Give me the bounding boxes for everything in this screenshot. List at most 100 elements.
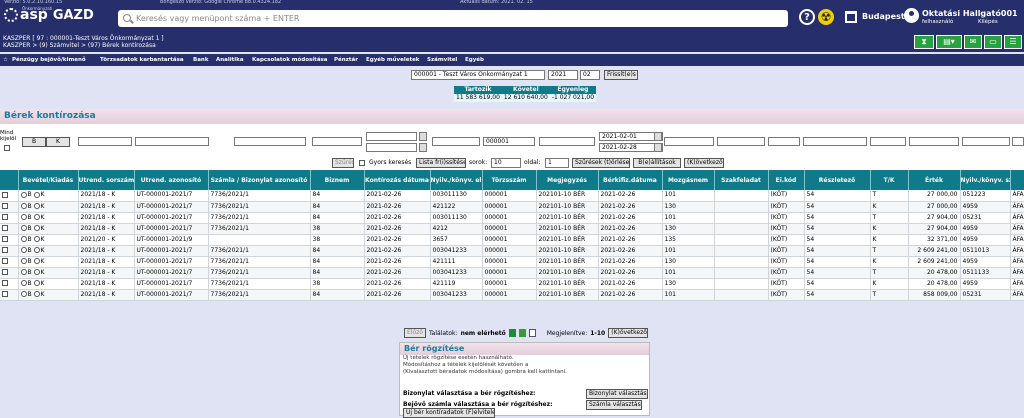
menu-item-egyeb[interactable]: Egyéb [465, 54, 484, 66]
filter-azonosito[interactable] [135, 137, 209, 146]
row-select-cell[interactable] [0, 201, 19, 213]
radio-b[interactable] [20, 203, 27, 209]
radio-b[interactable] [20, 214, 27, 220]
refresh-list-button[interactable]: Lista fr(i)ssítése [416, 158, 466, 168]
quick-search-checkbox[interactable] [359, 160, 365, 166]
row-bk-radios[interactable]: B K [18, 201, 79, 213]
radio-k[interactable] [33, 191, 40, 198]
filter-afa[interactable] [1012, 137, 1024, 146]
column-header[interactable]: Részletező [804, 170, 871, 190]
filter-nyilv-szamla[interactable] [962, 137, 1010, 146]
next-button-top[interactable]: (K)övetkező [684, 158, 724, 168]
breadcrumb-line2[interactable]: KASZPER > (9) Számvitel > (97) Bérek kon… [3, 42, 1024, 49]
column-header[interactable]: Ei.kód [768, 170, 805, 190]
table-row[interactable]: B K 2021/18 - K UT-000001-2021/7 7736/2021/… [0, 267, 1024, 279]
settings-button[interactable]: B(e)állítások [633, 158, 681, 168]
building-icon[interactable] [845, 11, 857, 23]
filter-szamla[interactable] [234, 137, 306, 146]
filter-reszletezo[interactable] [803, 137, 867, 146]
radio-b[interactable] [20, 291, 27, 297]
filter-tk[interactable] [870, 137, 906, 146]
radio-k[interactable] [33, 280, 40, 286]
radio-k[interactable] [33, 203, 40, 209]
row-checkbox[interactable] [2, 203, 8, 209]
radio-k[interactable] [33, 247, 40, 253]
document-icon[interactable]: ▭ [984, 35, 1002, 49]
row-select-cell[interactable] [0, 234, 19, 246]
mail-icon[interactable]: ✉ [964, 35, 982, 49]
filter-torzsszam[interactable]: 000001 [483, 137, 535, 146]
radio-b[interactable] [20, 225, 27, 231]
row-select-cell[interactable] [0, 267, 19, 279]
calendar-icon[interactable] [654, 143, 662, 152]
menu-item-penztar[interactable]: Pénztár [334, 54, 358, 66]
year-select[interactable]: 2021 [548, 70, 578, 80]
row-select-cell[interactable] [0, 278, 19, 290]
column-header[interactable]: Utrend. azonosító [134, 170, 209, 190]
radio-b[interactable] [20, 236, 27, 242]
clear-filters-button[interactable]: Szűrések (t)örlése [572, 158, 630, 168]
column-header[interactable]: Nyilv./könyv. ellenszámla [430, 170, 483, 190]
user-name[interactable]: Oktatási Hallgató001 [922, 9, 1018, 18]
row-checkbox[interactable] [2, 191, 8, 198]
org-select[interactable]: 000001 - Teszt Város Önkormányzat 1 [411, 70, 545, 80]
row-select-cell[interactable] [0, 245, 19, 257]
column-header[interactable]: Kontírozás dátuma [364, 170, 431, 190]
radio-k[interactable] [33, 214, 40, 220]
radio-b[interactable] [20, 258, 27, 264]
row-checkbox[interactable] [2, 258, 8, 264]
menu-item-penzugy[interactable]: Pénzügy bejövő/kimenő [12, 54, 86, 66]
menu-item-egyeb-muveletek[interactable]: Egyéb műveletek [366, 54, 419, 66]
month-select[interactable]: 02 [580, 70, 600, 80]
column-header[interactable]: Szakfeladat [714, 170, 769, 190]
table-row[interactable]: B K 2021/18 - K UT-000001-2021/7 7736/2021/… [0, 278, 1024, 290]
column-header[interactable]: Biznem [310, 170, 365, 190]
calendar-icon[interactable] [419, 143, 427, 152]
table-row[interactable]: B K 2021/18 - K UT-000001-2021/7 7736/2021/… [0, 190, 1024, 202]
row-bk-radios[interactable]: B K [18, 190, 79, 202]
filter-megjegyzes[interactable] [539, 137, 595, 146]
radio-k[interactable] [33, 225, 40, 231]
csv-export-icon[interactable] [518, 329, 526, 337]
filter-button[interactable]: Szűrés [332, 158, 354, 168]
column-header[interactable]: Törzsszám [482, 170, 537, 190]
radio-k[interactable] [33, 269, 40, 275]
column-header[interactable]: Bevétel/Kiadás [18, 170, 79, 190]
radio-b[interactable] [20, 247, 27, 253]
radio-k[interactable] [33, 258, 40, 264]
column-header[interactable]: Mozgásnem [662, 170, 715, 190]
user-avatar-icon[interactable] [904, 8, 919, 23]
column-header[interactable]: Bérkifiz.dátuma [598, 170, 663, 190]
help-icon[interactable]: ? [799, 9, 815, 25]
filter-kontir-date-from[interactable] [366, 132, 417, 141]
calendar-icon[interactable] [654, 132, 662, 141]
row-bk-radios[interactable]: B K [18, 289, 79, 301]
filter-eikod[interactable] [768, 137, 800, 146]
table-row[interactable]: B K 2021/18 - K UT-000001-2021/7 7736/2021/… [0, 212, 1024, 224]
table-row[interactable]: B K 2021/18 - K UT-000001-2021/7 7736/2021/… [0, 256, 1024, 268]
filter-k-button[interactable]: K [46, 137, 70, 147]
filter-mozgasnem[interactable] [664, 137, 714, 146]
radio-b[interactable] [20, 269, 27, 275]
bizonylat-valasztas-button[interactable]: Bizonylat választás [586, 389, 648, 399]
table-row[interactable]: B K 2021/18 - K UT-000001-2021/7 7736/2021/… [0, 201, 1024, 213]
row-select-cell[interactable] [0, 289, 19, 301]
menu-item-analitika[interactable]: Analitika [216, 54, 244, 66]
hourglass-icon[interactable]: ⧗ [914, 35, 934, 49]
row-select-cell[interactable] [0, 212, 19, 224]
filter-b-button[interactable]: B [22, 137, 46, 147]
star-icon[interactable]: ☆ [3, 54, 8, 66]
table-row[interactable]: B K 2021/18 - K UT-000001-2021/7 7736/2021/… [0, 289, 1024, 301]
filter-ellenszamla[interactable] [432, 137, 480, 146]
row-bk-radios[interactable]: B K [18, 212, 79, 224]
city-label[interactable]: Budapest [862, 12, 905, 21]
select-all-checkbox[interactable] [4, 145, 10, 151]
column-header[interactable]: Érték [908, 170, 961, 190]
radio-k[interactable] [33, 236, 40, 242]
refresh-button[interactable]: Frissít(e)s [604, 70, 638, 80]
row-select-cell[interactable] [0, 223, 19, 235]
row-checkbox[interactable] [2, 236, 8, 242]
column-header[interactable]: Számla / Bizonylat azonosító [208, 170, 311, 190]
radio-b[interactable] [20, 280, 27, 286]
row-checkbox[interactable] [2, 214, 8, 220]
